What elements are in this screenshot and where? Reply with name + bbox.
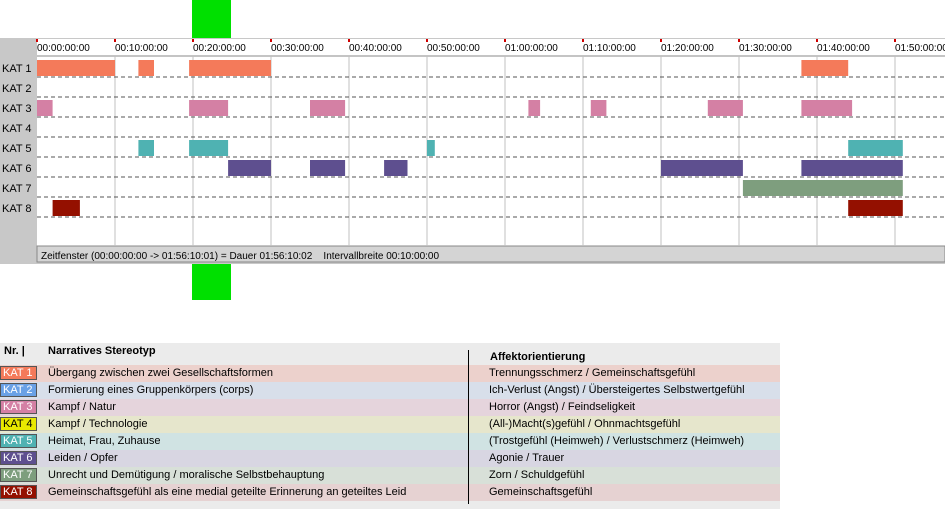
legend-stereotype: Unrecht und Demütigung / moralische Selb… xyxy=(48,469,325,481)
legend-stereotype: Leiden / Opfer xyxy=(48,452,118,464)
tick-mark xyxy=(582,39,584,42)
timeline-segment xyxy=(848,140,903,156)
legend-kat-badge: KAT 4 xyxy=(0,417,37,431)
legend-kat-badge: KAT 8 xyxy=(0,485,37,499)
legend-affect: Zorn / Schuldgefühl xyxy=(489,469,585,481)
timeline-segment xyxy=(707,100,743,116)
tick-mark xyxy=(504,39,506,42)
timeline-segment xyxy=(189,60,271,76)
legend-row: KAT 2 Formierung eines Gruppenkörpers (co… xyxy=(0,382,780,399)
timeline-segment xyxy=(138,140,154,156)
legend-affect: Trennungsschmerz / Gemeinschaftsgefühl xyxy=(489,367,696,379)
row-label: KAT 6 xyxy=(2,163,32,175)
timeline-segment xyxy=(661,160,743,176)
timeline-segment xyxy=(310,100,346,116)
legend-header-nr: Nr. | xyxy=(4,345,25,357)
status-bar-text: Zeitfenster (00:00:00:00 -> 01:56:10:01)… xyxy=(41,251,439,262)
row-label: KAT 8 xyxy=(2,203,32,215)
legend-row: KAT 7 Unrecht und Demütigung / moralische… xyxy=(0,467,780,484)
timeline-segment xyxy=(189,100,229,116)
legend-row: KAT 8 Gemeinschaftsgefühl als eine medial… xyxy=(0,484,780,501)
tick-mark xyxy=(36,39,38,42)
x-tick-label: 01:00:00:00 xyxy=(505,43,558,54)
legend-affect: Ich-Verlust (Angst) / Übersteigertes Sel… xyxy=(489,384,745,396)
timeline-segment xyxy=(528,100,541,116)
timeline-segment xyxy=(427,140,435,156)
legend-header-affect: Affektorientierung xyxy=(490,351,586,363)
category-legend: Nr. | Narratives Stereotyp Affektorienti… xyxy=(0,343,780,509)
legend-stereotype: Formierung eines Gruppenkörpers (corps) xyxy=(48,384,254,396)
timeline-segment xyxy=(228,160,271,176)
timeline-segment xyxy=(52,200,80,216)
legend-row: KAT 5 Heimat, Frau, Zuhause (Trostgefühl (… xyxy=(0,433,780,450)
legend-stereotype: Übergang zwischen zwei Gesellschaftsform… xyxy=(48,367,273,379)
time-marker-top[interactable] xyxy=(192,0,231,38)
row-label: KAT 1 xyxy=(2,63,32,75)
row-label: KAT 5 xyxy=(2,143,32,155)
x-tick-label: 00:20:00:00 xyxy=(193,43,246,54)
tick-mark xyxy=(114,39,116,42)
legend-kat-badge: KAT 6 xyxy=(0,451,37,465)
row-label: KAT 7 xyxy=(2,183,32,195)
tick-mark xyxy=(426,39,428,42)
tick-mark xyxy=(348,39,350,42)
legend-divider xyxy=(468,350,469,504)
timeline-segment xyxy=(742,180,903,196)
timeline-segment xyxy=(801,160,903,176)
timeline-segment xyxy=(590,100,607,116)
tick-mark xyxy=(894,39,896,42)
legend-header: Nr. | Narratives Stereotyp Affektorienti… xyxy=(0,343,780,365)
timeline-segment xyxy=(801,60,849,76)
row-label: KAT 3 xyxy=(2,103,32,115)
tick-mark xyxy=(816,39,818,42)
x-tick-label: 00:40:00:00 xyxy=(349,43,402,54)
x-tick-label: 01:40:00:00 xyxy=(817,43,870,54)
legend-stereotype: Heimat, Frau, Zuhause xyxy=(48,435,161,447)
tick-mark xyxy=(660,39,662,42)
tick-mark xyxy=(270,39,272,42)
legend-header-stereotype: Narratives Stereotyp xyxy=(48,345,156,357)
timeline-segment xyxy=(310,160,346,176)
timeline-segment xyxy=(384,160,408,176)
legend-row: KAT 1 Übergang zwischen zwei Gesellschaft… xyxy=(0,365,780,382)
legend-kat-badge: KAT 5 xyxy=(0,434,37,448)
legend-row: KAT 6 Leiden / Opfer Agonie / Trauer xyxy=(0,450,780,467)
tick-mark xyxy=(738,39,740,42)
x-tick-label: 01:20:00:00 xyxy=(661,43,714,54)
legend-stereotype: Kampf / Natur xyxy=(48,401,116,413)
legend-affect: Horror (Angst) / Feindseligkeit xyxy=(489,401,636,413)
x-tick-label: 01:10:00:00 xyxy=(583,43,636,54)
timeline-segment xyxy=(37,60,115,76)
x-tick-label: 00:10:00:00 xyxy=(115,43,168,54)
x-tick-label: 01:30:00:00 xyxy=(739,43,792,54)
time-marker-bottom[interactable] xyxy=(192,264,231,300)
legend-kat-badge: KAT 1 xyxy=(0,366,37,380)
row-label: KAT 4 xyxy=(2,123,32,135)
legend-kat-badge: KAT 3 xyxy=(0,400,37,414)
timeline-axis-band xyxy=(37,39,945,56)
legend-kat-badge: KAT 2 xyxy=(0,383,37,397)
legend-affect: (Trostgefühl (Heimweh) / Verlustschmerz … xyxy=(489,435,745,447)
row-label: KAT 2 xyxy=(2,83,32,95)
legend-affect: (All-)Macht(s)gefühl / Ohnmachtsgefühl xyxy=(489,418,681,430)
legend-affect: Agonie / Trauer xyxy=(489,452,565,464)
legend-stereotype: Gemeinschaftsgefühl als eine medial gete… xyxy=(48,486,407,498)
x-tick-label: 00:30:00:00 xyxy=(271,43,324,54)
x-tick-label: 01:50:00:00 xyxy=(895,43,945,54)
legend-stereotype: Kampf / Technologie xyxy=(48,418,148,430)
timeline-segment xyxy=(848,200,903,216)
x-tick-label: 00:00:00:00 xyxy=(37,43,90,54)
timeline-segment xyxy=(801,100,853,116)
x-tick-label: 00:50:00:00 xyxy=(427,43,480,54)
timeline-chart: 00:00:00:00 00:10:00:00 00:20:00:00 00:30:0… xyxy=(0,0,945,300)
tick-mark xyxy=(192,39,194,42)
legend-kat-badge: KAT 7 xyxy=(0,468,37,482)
timeline-segment xyxy=(189,140,229,156)
timeline-segment xyxy=(138,60,154,76)
timeline-segment xyxy=(37,100,53,116)
legend-affect: Gemeinschaftsgefühl xyxy=(489,486,593,498)
legend-row: KAT 4 Kampf / Technologie (All-)Macht(s)ge… xyxy=(0,416,780,433)
legend-row: KAT 3 Kampf / Natur Horror (Angst) / Feind… xyxy=(0,399,780,416)
